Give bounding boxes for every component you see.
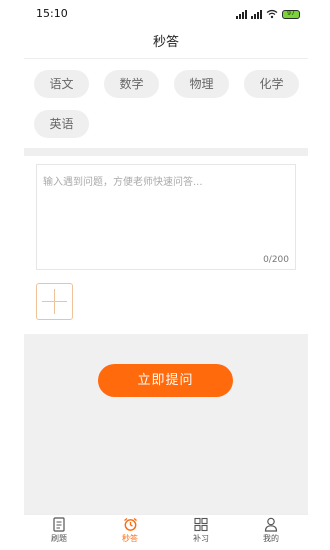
alarm-clock-icon: [123, 517, 137, 531]
submit-panel: [24, 334, 308, 514]
tab-profile[interactable]: 我的: [246, 517, 296, 544]
tab-practice[interactable]: 刷题: [34, 517, 84, 544]
question-input[interactable]: 输入遇到问题，方便老师快速问答... 0/200: [36, 164, 296, 270]
grid-icon: [194, 517, 208, 532]
status-time: 15:10: [36, 7, 68, 20]
signal-icon-2: [251, 9, 262, 19]
char-counter: 0/200: [263, 255, 289, 265]
person-icon: [264, 517, 278, 532]
tab-quick-answer[interactable]: 秒答: [105, 517, 155, 544]
tab-label-quick-answer: 秒答: [122, 534, 138, 543]
battery-level: 97: [287, 10, 295, 17]
app-frame: 15:10 97 秒答 语文 数学 物理 化学 英语 输入遇到问题，方便老师快速…: [24, 0, 308, 550]
tab-tutoring[interactable]: 补习: [176, 517, 226, 544]
nav-divider: [24, 58, 308, 59]
section-divider: [24, 148, 308, 156]
subject-chip-english[interactable]: 英语: [34, 110, 89, 138]
tab-label-tutoring: 补习: [193, 534, 209, 543]
add-image-button[interactable]: [36, 283, 73, 320]
submit-question-button[interactable]: 立即提问: [98, 364, 233, 397]
status-bar: 15:10 97: [24, 0, 308, 28]
wifi-icon: [266, 9, 278, 19]
bottom-tab-bar: 刷题 秒答 补习 我的: [24, 514, 308, 550]
subject-chip-chemistry[interactable]: 化学: [244, 70, 299, 98]
signal-icon: [236, 9, 247, 19]
status-icons: 97: [236, 8, 300, 20]
question-placeholder: 输入遇到问题，方便老师快速问答...: [43, 177, 203, 188]
subject-chip-chinese[interactable]: 语文: [34, 70, 89, 98]
subject-chip-math[interactable]: 数学: [104, 70, 159, 98]
document-icon: [53, 517, 65, 532]
tab-label-practice: 刷题: [51, 534, 67, 543]
subject-chip-physics[interactable]: 物理: [174, 70, 229, 98]
battery-icon: 97: [282, 9, 300, 19]
page-title: 秒答: [152, 35, 179, 50]
tab-label-profile: 我的: [263, 534, 279, 543]
